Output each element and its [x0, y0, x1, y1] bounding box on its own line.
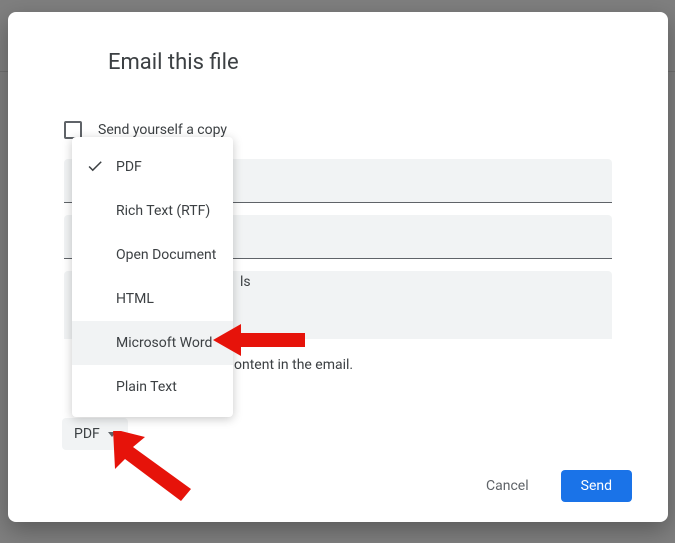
dialog-title: Email this file	[108, 50, 612, 75]
cancel-button[interactable]: Cancel	[474, 470, 541, 502]
partial-field-text: ls	[240, 274, 251, 290]
menu-item-rtf[interactable]: Rich Text (RTF)	[72, 189, 233, 233]
send-button[interactable]: Send	[561, 470, 632, 502]
include-content-text: ontent in the email.	[234, 357, 612, 373]
annotation-arrow-1	[213, 322, 305, 358]
format-dropdown-selected: PDF	[74, 426, 100, 442]
menu-item-microsoft-word[interactable]: Microsoft Word	[72, 321, 233, 365]
menu-item-plain-text[interactable]: Plain Text	[72, 365, 233, 409]
menu-item-html[interactable]: HTML	[72, 277, 233, 321]
send-yourself-copy-label: Send yourself a copy	[98, 122, 227, 138]
annotation-arrow-2	[105, 431, 195, 501]
menu-item-pdf[interactable]: PDF	[72, 145, 233, 189]
check-icon	[86, 157, 104, 175]
menu-item-open-document[interactable]: Open Document	[72, 233, 233, 277]
dialog-actions: Cancel Send	[474, 470, 632, 502]
format-dropdown-menu: PDF Rich Text (RTF) Open Document HTML M…	[72, 137, 233, 417]
